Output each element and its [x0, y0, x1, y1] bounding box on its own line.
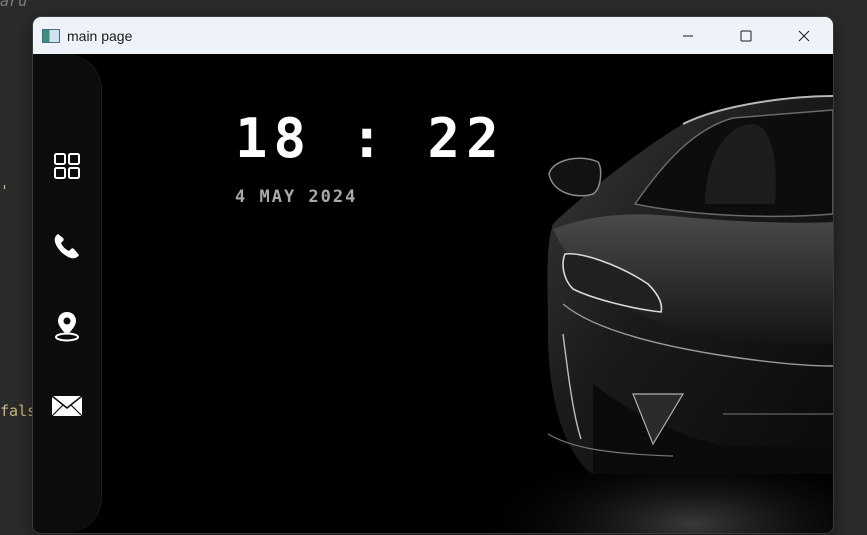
close-button[interactable] [775, 17, 833, 54]
sidebar-nav [33, 54, 101, 533]
editor-text-fragment: ' [0, 182, 10, 200]
editor-text-fragment: fals [0, 402, 37, 420]
window-title: main page [67, 27, 133, 44]
editor-text-fragment: ard [0, 0, 28, 10]
maximize-icon [740, 30, 752, 41]
grid-icon [54, 153, 80, 179]
clock-date: 4 MAY 2024 [235, 187, 358, 207]
maximize-button[interactable] [717, 17, 775, 54]
app-icon [42, 28, 60, 43]
sidebar-item-phone[interactable] [47, 226, 87, 266]
close-icon [798, 30, 810, 41]
app-window: main page 18: 22 4 MAY 2024 [33, 17, 833, 533]
clock-time: 18 : 22 [235, 107, 505, 170]
sidebar-item-dashboard[interactable] [47, 146, 87, 186]
location-pin-icon [55, 312, 79, 342]
phone-icon [54, 234, 79, 259]
sidebar-item-location[interactable] [47, 306, 87, 346]
window-controls [659, 17, 833, 54]
main-content: 18 : 22 4 MAY 2024 [33, 54, 833, 533]
minimize-icon [683, 35, 693, 36]
mail-icon [51, 395, 83, 417]
sidebar-item-mail[interactable] [47, 386, 87, 426]
minimize-button[interactable] [659, 17, 717, 54]
title-bar[interactable]: main page [33, 17, 833, 54]
